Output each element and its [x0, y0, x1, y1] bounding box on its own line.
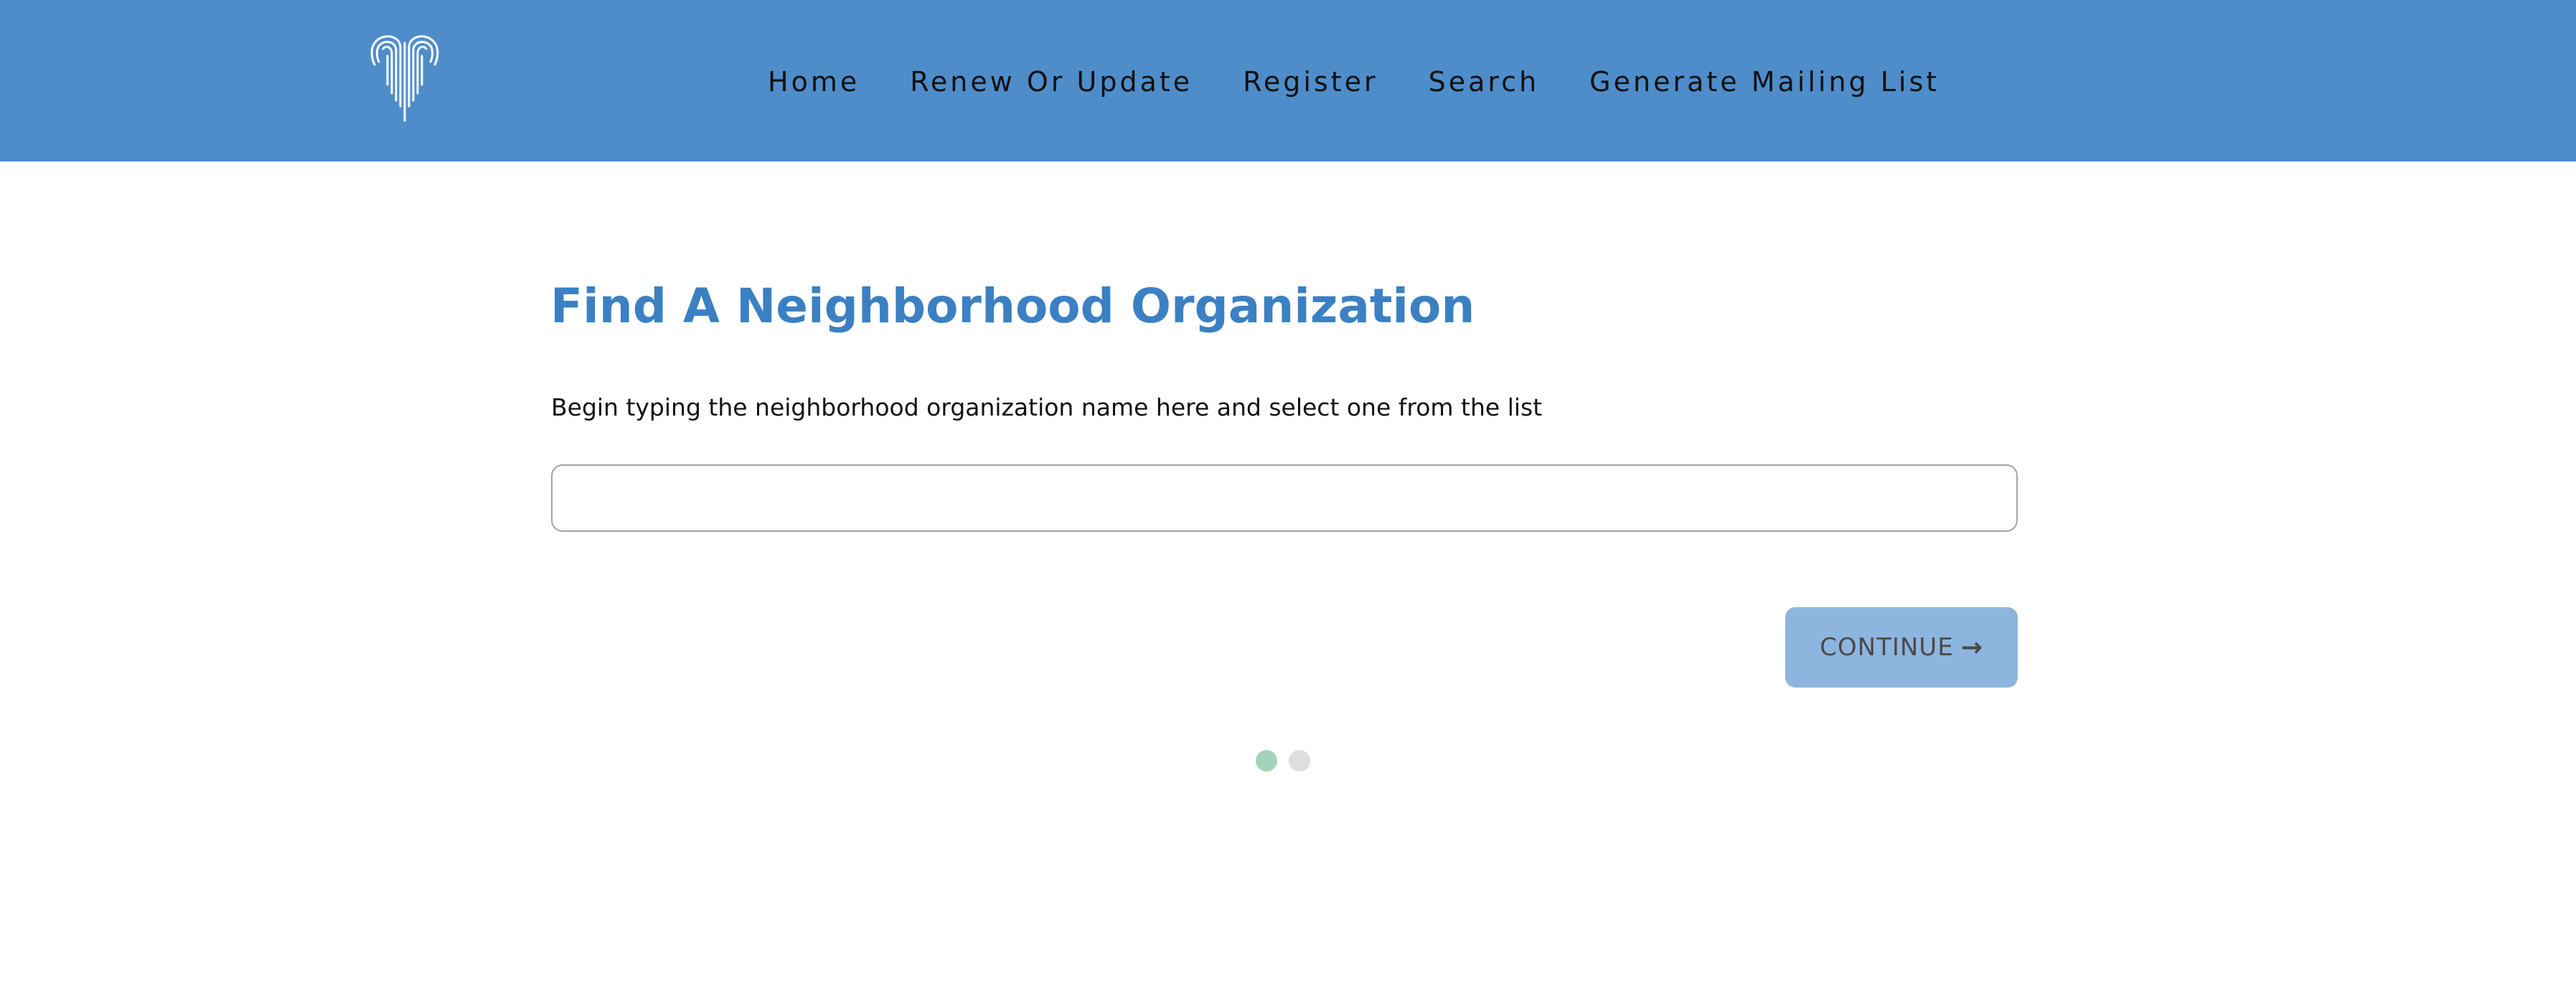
step-dot-2 [1289, 750, 1310, 772]
organization-search-input[interactable] [551, 464, 2018, 532]
main-nav: Home Renew Or Update Register Search Gen… [768, 60, 1940, 103]
step-dot-1 [1256, 750, 1277, 772]
search-instruction: Begin typing the neighborhood organizati… [551, 393, 1543, 421]
nav-home[interactable]: Home [768, 66, 860, 98]
arrow-right-icon: → [1960, 632, 1983, 662]
top-navigation-bar: Home Renew Or Update Register Search Gen… [0, 0, 2576, 161]
nav-renew-or-update[interactable]: Renew Or Update [910, 66, 1193, 98]
nav-generate-mailing-list[interactable]: Generate Mailing List [1589, 66, 1940, 98]
continue-button[interactable]: CONTINUE → [1785, 607, 2018, 688]
continue-button-label: CONTINUE [1820, 633, 1954, 662]
page-title: Find A Neighborhood Organization [550, 278, 1475, 334]
fountain-logo-icon[interactable] [369, 29, 441, 122]
nav-search[interactable]: Search [1429, 66, 1540, 98]
step-indicator [1256, 750, 1310, 772]
nav-register[interactable]: Register [1243, 66, 1378, 98]
